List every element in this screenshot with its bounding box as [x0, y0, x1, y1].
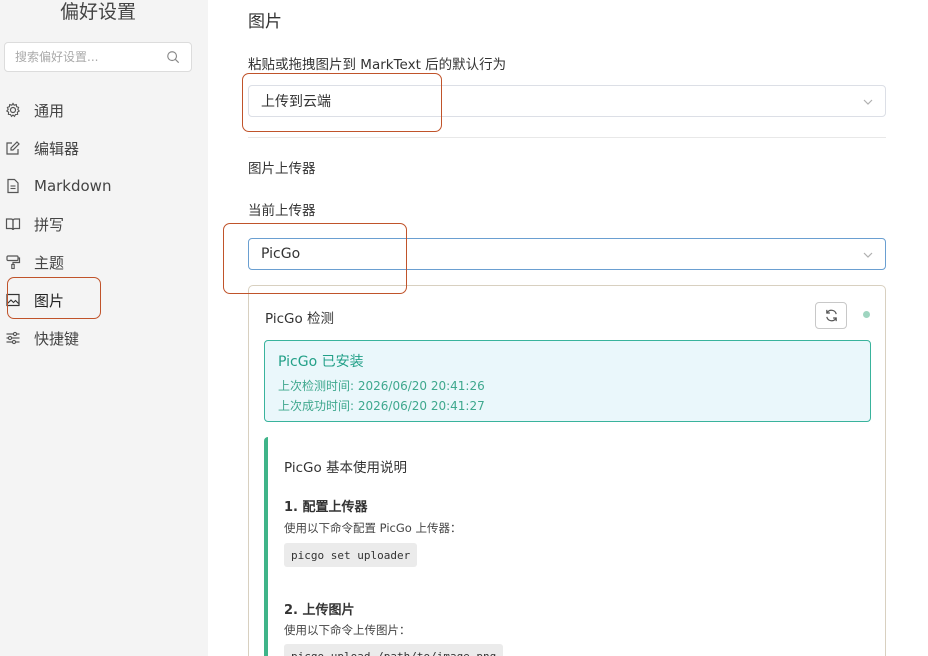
sidebar-item-label: 拼写	[34, 215, 65, 234]
step2-code: picgo upload /path/to/image.png	[284, 644, 504, 656]
sidebar-item-label: Markdown	[34, 177, 112, 195]
sidebar-item-label: 图片	[34, 291, 65, 310]
sidebar-item-shortcuts[interactable]: 快捷键	[0, 323, 200, 353]
search-icon[interactable]	[166, 50, 180, 64]
sidebar-item-label: 主题	[34, 253, 65, 272]
page-title: 图片	[248, 12, 282, 32]
guide-title: PicGo 基本使用说明	[284, 460, 408, 476]
book-icon	[5, 216, 21, 232]
sidebar-item-image[interactable]: 图片	[0, 285, 200, 315]
installed-status-box: PicGo 已安装 上次检测时间: 2026/06/20 20:41:26 上次…	[264, 340, 871, 422]
sidebar-item-general[interactable]: 通用	[0, 95, 200, 125]
gear-icon	[5, 102, 21, 118]
edit-icon	[5, 140, 21, 156]
image-icon	[5, 292, 21, 308]
sidebar-title: 偏好设置	[59, 1, 136, 23]
chevron-down-icon	[863, 99, 873, 105]
sidebar-item-editor[interactable]: 编辑器	[0, 133, 200, 163]
step1-text: 使用以下命令配置 PicGo 上传器：	[284, 521, 462, 535]
step2-title: 2. 上传图片	[284, 603, 355, 618]
installed-title: PicGo 已安装	[278, 354, 364, 370]
sidebar-item-label: 快捷键	[34, 329, 80, 348]
refresh-icon	[825, 309, 837, 322]
step1-title: 1. 配置上传器	[284, 500, 368, 515]
sidebar: 偏好设置 通用 编辑器 Markdown 拼写 主题 图片 快捷键	[0, 0, 208, 656]
step1-code: picgo set uploader	[284, 543, 418, 567]
sidebar-item-label: 编辑器	[34, 139, 80, 158]
picgo-detection-title: PicGo 检测	[265, 311, 335, 327]
search-input[interactable]	[5, 43, 155, 71]
refresh-button[interactable]	[815, 302, 847, 329]
sliders-icon	[5, 330, 21, 346]
sidebar-item-markdown[interactable]: Markdown	[0, 171, 200, 201]
chevron-down-icon	[863, 252, 873, 258]
current-uploader-label: 当前上传器	[248, 203, 316, 219]
paste-behavior-value: 上传到云端	[261, 94, 331, 110]
paste-behavior-label: 粘贴或拖拽图片到 MarkText 后的默认行为	[248, 57, 507, 73]
main-panel: 图片 粘贴或拖拽图片到 MarkText 后的默认行为 上传到云端 图片上传器 …	[208, 0, 928, 656]
divider	[248, 137, 886, 138]
document-icon	[5, 178, 21, 194]
last-check-time: 上次检测时间: 2026/06/20 20:41:26	[278, 379, 485, 393]
uploader-value: PicGo	[261, 246, 301, 262]
sidebar-item-spelling[interactable]: 拼写	[0, 209, 200, 239]
picgo-detection-card: PicGo 检测 PicGo 已安装 上次检测时间: 2026/06/20 20…	[248, 285, 886, 656]
uploader-section-title: 图片上传器	[248, 161, 316, 177]
sidebar-item-label: 通用	[34, 101, 65, 120]
paint-roller-icon	[5, 254, 21, 270]
last-success-time: 上次成功时间: 2026/06/20 20:41:27	[278, 399, 485, 413]
usage-guide: PicGo 基本使用说明 1. 配置上传器 使用以下命令配置 PicGo 上传器…	[264, 437, 871, 656]
status-dot	[863, 311, 870, 318]
search-box[interactable]	[4, 42, 192, 72]
uploader-select[interactable]: PicGo	[248, 238, 886, 270]
paste-behavior-select[interactable]: 上传到云端	[248, 85, 886, 117]
sidebar-item-theme[interactable]: 主题	[0, 247, 200, 277]
step2-text: 使用以下命令上传图片：	[284, 623, 411, 637]
